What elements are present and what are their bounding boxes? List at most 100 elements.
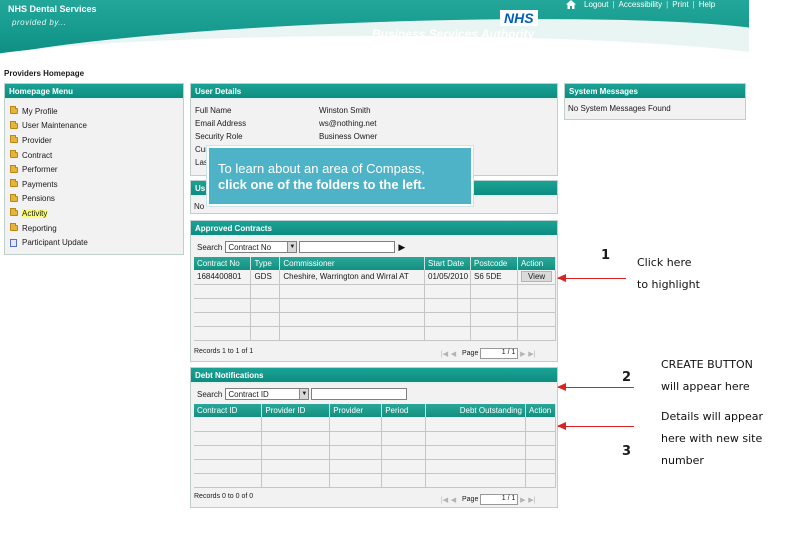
column-header[interactable]: Type [250, 257, 281, 270]
column-header[interactable]: Period [381, 404, 427, 417]
page-input[interactable]: 1 / 1 [480, 494, 519, 505]
nav-separator: | [692, 0, 695, 9]
records-count: Records 1 to 1 of 1 [194, 348, 254, 355]
page-input[interactable]: 1 / 1 [480, 348, 519, 359]
pager: |◀ ◀ Page 1 / 1 ▶ ▶| [440, 494, 536, 505]
table-row [194, 312, 557, 327]
annotation-number-2: 2 [622, 370, 632, 385]
print-link[interactable]: Print [672, 0, 688, 9]
homepage-menu-title: Homepage Menu [5, 84, 183, 100]
prev-page-icon[interactable]: ◀ [449, 495, 458, 504]
menu-item-label: My Profile [22, 106, 58, 116]
next-page-icon[interactable]: ▶ [518, 495, 527, 504]
column-header[interactable]: Commissioner [279, 257, 426, 270]
column-header[interactable]: Provider ID [261, 404, 331, 417]
column-header[interactable]: Action [525, 404, 557, 417]
chevron-down-icon: ▼ [299, 389, 309, 399]
table-cell: Cheshire, Warrington and Wirral AT [279, 270, 426, 285]
table-row [194, 431, 557, 446]
nav-separator: | [666, 0, 669, 9]
column-header[interactable]: Contract No [194, 257, 252, 270]
table-row [194, 298, 557, 313]
select-value: Contract No [228, 242, 272, 252]
debt-search-input[interactable] [311, 388, 408, 400]
menu-item-payments[interactable]: Payments [10, 177, 178, 192]
annotation-text-1: Click here to highlight [637, 252, 700, 296]
annotation-line: CREATE BUTTON [661, 358, 753, 371]
first-page-icon[interactable]: |◀ [440, 349, 449, 358]
column-header[interactable]: Start Date [424, 257, 472, 270]
accessibility-link[interactable]: Accessibility [619, 0, 663, 9]
nav-separator: | [612, 0, 615, 9]
help-link[interactable]: Help [699, 0, 715, 9]
last-page-icon[interactable]: ▶| [527, 495, 536, 504]
logout-link[interactable]: Logout [584, 0, 608, 9]
column-header[interactable]: Action [517, 257, 557, 270]
column-header[interactable]: Provider [329, 404, 383, 417]
table-row: 1684400801 GDS Cheshire, Warrington and … [194, 270, 557, 285]
column-header[interactable]: Postcode [470, 257, 518, 270]
red-arrow-3 [557, 422, 634, 430]
contracts-search-select[interactable]: Contract No ▼ [225, 241, 298, 253]
annotation-line: to highlight [637, 278, 700, 291]
menu-item-label: Performer [22, 165, 58, 175]
folder-icon [10, 150, 18, 159]
prev-page-icon[interactable]: ◀ [449, 349, 458, 358]
page-label: Page [462, 496, 479, 503]
detail-label: Email Address [195, 119, 247, 128]
menu-item-activity[interactable]: Activity [10, 206, 178, 221]
red-arrow-2 [557, 383, 634, 391]
menu-item-label: Pensions [22, 194, 55, 204]
debt-notifications-panel: Debt Notifications Search Contract ID ▼ … [190, 367, 558, 508]
table-cell: 1684400801 [194, 270, 252, 285]
approved-contracts-panel: Approved Contracts Search Contract No ▼ … [190, 220, 558, 362]
home-icon[interactable] [566, 0, 576, 9]
menu-item-provider[interactable]: Provider [10, 133, 178, 148]
approved-contracts-title: Approved Contracts [191, 221, 557, 237]
menu-item-participant-update[interactable]: Participant Update [10, 235, 178, 250]
view-button[interactable]: View [520, 271, 553, 283]
debt-search-select[interactable]: Contract ID ▼ [225, 388, 310, 400]
search-label: Search [197, 242, 223, 252]
menu-item-performer[interactable]: Performer [10, 162, 178, 177]
menu-item-pensions[interactable]: Pensions [10, 192, 178, 207]
menu-item-my-profile[interactable]: My Profile [10, 104, 178, 119]
contracts-search-input[interactable] [299, 241, 396, 253]
menu-item-label: User Maintenance [22, 121, 87, 131]
nhs-logo: NHS [500, 10, 538, 26]
last-page-icon[interactable]: ▶| [527, 349, 536, 358]
table-cell: GDS [250, 270, 281, 285]
menu-item-label: Payments [22, 179, 58, 189]
detail-row-full-name: Full Name Winston Smith [191, 104, 557, 117]
menu-item-user-maintenance[interactable]: User Maintenance [10, 119, 178, 134]
table-row [194, 284, 557, 299]
menu-item-reporting[interactable]: Reporting [10, 221, 178, 236]
table-cell: 01/05/2010 [424, 270, 472, 285]
table-row [194, 445, 557, 460]
page-label: Page [462, 350, 479, 357]
records-count: Records 0 to 0 of 0 [194, 493, 254, 500]
menu-item-label: Participant Update [22, 238, 88, 248]
annotation-line: Click here [637, 256, 692, 269]
first-page-icon[interactable]: |◀ [440, 495, 449, 504]
debt-table: Contract ID Provider ID Provider Period … [194, 404, 557, 488]
annotation-number-1: 1 [601, 248, 611, 263]
detail-value: ws@nothing.net [319, 119, 377, 128]
table-header-row: Contract No Type Commissioner Start Date… [194, 257, 557, 270]
column-header[interactable]: Contract ID [194, 404, 263, 417]
select-value: Contract ID [228, 389, 269, 399]
pager: |◀ ◀ Page 1 / 1 ▶ ▶| [440, 348, 536, 359]
menu-item-label: Contract [22, 150, 53, 160]
column-header[interactable]: Debt Outstanding [425, 404, 526, 417]
page-title: Providers Homepage [4, 69, 85, 78]
next-page-icon[interactable]: ▶ [518, 349, 527, 358]
search-go-icon[interactable]: ▶ [398, 242, 405, 253]
folder-icon [10, 135, 18, 144]
user-details-title: User Details [191, 84, 557, 100]
tooltip-line-2: click one of the folders to the left. [218, 177, 426, 192]
annotation-line: here with new site [661, 432, 763, 445]
menu-item-contract[interactable]: Contract [10, 148, 178, 163]
system-messages-text: No System Messages Found [568, 104, 671, 113]
annotation-line: number [661, 454, 704, 467]
help-tooltip: To learn about an area of Compass, click… [207, 146, 473, 206]
